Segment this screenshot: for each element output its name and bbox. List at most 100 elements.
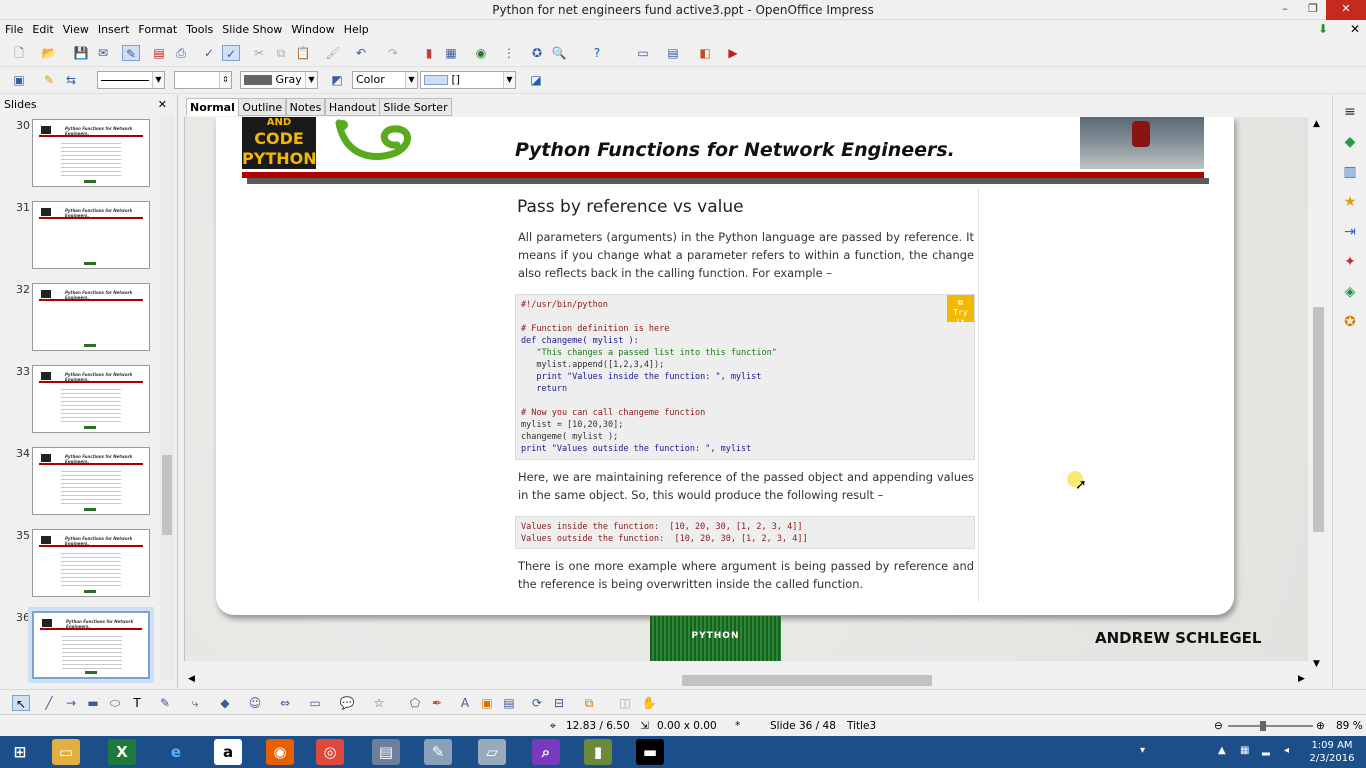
- email-icon[interactable]: ✉: [94, 45, 112, 61]
- zoom-in-icon[interactable]: ⊕: [1316, 720, 1325, 732]
- alignment-icon[interactable]: ⊟: [550, 695, 568, 711]
- area-fill-select[interactable]: [] ▼: [420, 71, 516, 89]
- table-icon[interactable]: ▦: [442, 45, 460, 61]
- from-file-icon[interactable]: ▣: [478, 695, 496, 711]
- horizontal-scrollbar[interactable]: ◀ ▶: [184, 672, 1310, 689]
- slide-thumbnail[interactable]: Python Functions for Network Engineers.: [32, 365, 150, 433]
- shadow-icon[interactable]: ◪: [527, 72, 545, 88]
- slide-thumbnail-selected[interactable]: Python Functions for Network Engineers.: [32, 611, 150, 679]
- save-icon[interactable]: 💾: [72, 45, 90, 61]
- file-explorer-icon[interactable]: ▭: [52, 739, 80, 765]
- arrow-tool-icon[interactable]: →: [62, 695, 80, 711]
- excel-icon[interactable]: X: [108, 739, 136, 765]
- firefox-icon[interactable]: ◉: [266, 739, 294, 765]
- flowchart-icon[interactable]: ▭: [306, 695, 324, 711]
- curve-tool-icon[interactable]: ✎: [156, 695, 174, 711]
- scroll-right-icon[interactable]: ▶: [1298, 674, 1305, 684]
- points-icon[interactable]: ⬠: [406, 695, 424, 711]
- menu-insert[interactable]: Insert: [93, 20, 134, 36]
- chrome-icon[interactable]: ◎: [316, 739, 344, 765]
- internet-explorer-icon[interactable]: e: [162, 739, 190, 765]
- rotate-icon[interactable]: ⟳: [528, 695, 546, 711]
- rectangle-tool-icon[interactable]: ▬: [84, 695, 102, 711]
- scroll-left-icon[interactable]: ◀: [188, 674, 195, 684]
- scroll-up-icon[interactable]: ▲: [1313, 119, 1320, 129]
- undo-icon[interactable]: ↶: [352, 45, 370, 61]
- show-draw-functions-icon[interactable]: ✪: [528, 45, 546, 61]
- openoffice-impress-icon[interactable]: ▤: [372, 739, 400, 765]
- open-icon[interactable]: 📂: [40, 45, 58, 61]
- tab-notes[interactable]: Notes: [285, 98, 326, 116]
- tray-volume-icon[interactable]: ◂: [1284, 745, 1289, 756]
- zoom-slider[interactable]: [1228, 721, 1313, 731]
- tab-normal[interactable]: Normal: [186, 98, 239, 116]
- slide-icon[interactable]: ▭: [634, 45, 652, 61]
- restore-button[interactable]: ❐: [1298, 0, 1328, 20]
- navigator-icon[interactable]: ◉: [472, 45, 490, 61]
- basic-shapes-icon[interactable]: ◆: [216, 695, 234, 711]
- autospellcheck-icon[interactable]: ✓: [222, 45, 240, 61]
- menu-view[interactable]: View: [58, 20, 93, 36]
- callouts-icon[interactable]: 💬: [338, 695, 356, 711]
- slide-thumbnail[interactable]: Python Functions for Network Engineers.: [32, 201, 150, 269]
- line-tool-icon[interactable]: ╱: [40, 695, 58, 711]
- scrollbar-thumb[interactable]: [682, 675, 932, 686]
- try-it-button[interactable]: ⧉ Try it: [947, 295, 974, 327]
- slides-pane-scrollbar[interactable]: [160, 115, 174, 680]
- taskbar-clock[interactable]: 1:09 AM 2/3/2016: [1306, 739, 1358, 765]
- zoom-icon[interactable]: 🔍: [550, 45, 568, 61]
- arrow-style-icon[interactable]: ⇆: [62, 72, 80, 88]
- menu-tools[interactable]: Tools: [181, 20, 217, 36]
- styles-icon[interactable]: ▣: [10, 72, 28, 88]
- tab-outline[interactable]: Outline: [238, 98, 287, 116]
- select-icon[interactable]: ↖: [12, 695, 30, 711]
- extrusion-icon[interactable]: ◫: [616, 695, 634, 711]
- gallery-icon[interactable]: ◈: [1341, 283, 1359, 301]
- vertical-scrollbar[interactable]: ▲ ▼: [1310, 117, 1327, 672]
- slideshow-icon[interactable]: ▶: [724, 45, 742, 61]
- menu-format[interactable]: Format: [133, 20, 181, 36]
- new-icon[interactable]: 🗋: [10, 45, 28, 61]
- line-icon[interactable]: ✎: [40, 72, 58, 88]
- tray-signal-icon[interactable]: ▂: [1262, 745, 1270, 756]
- custom-animation-icon[interactable]: ★: [1341, 193, 1359, 211]
- scrollbar-thumb[interactable]: [1313, 307, 1324, 532]
- menu-icon[interactable]: ≡: [1341, 103, 1359, 121]
- spellcheck-icon[interactable]: ✓: [200, 45, 218, 61]
- menu-slide-show[interactable]: Slide Show: [217, 20, 286, 36]
- arrange-icon[interactable]: ⧉: [580, 695, 598, 711]
- help-icon[interactable]: ?: [588, 45, 606, 61]
- command-prompt-icon[interactable]: ▬: [636, 739, 664, 765]
- update-icon[interactable]: ⬇: [1318, 22, 1328, 36]
- tray-up-icon[interactable]: ▲: [1218, 745, 1226, 756]
- fontwork-icon[interactable]: A: [456, 695, 474, 711]
- block-arrows-icon[interactable]: ⇔: [276, 695, 294, 711]
- line-width-field[interactable]: ⇕: [174, 71, 232, 89]
- tray-chevron-icon[interactable]: ▾: [1140, 745, 1145, 756]
- menu-edit[interactable]: Edit: [27, 20, 57, 36]
- grid-icon[interactable]: ⋮: [500, 45, 518, 61]
- minimize-button[interactable]: –: [1270, 0, 1300, 20]
- ellipse-tool-icon[interactable]: ⬭: [106, 695, 124, 711]
- styles-formatting-icon[interactable]: ✦: [1341, 253, 1359, 271]
- scrollbar-thumb[interactable]: [162, 455, 172, 535]
- cut-icon[interactable]: ✂: [250, 45, 268, 61]
- menu-help[interactable]: Help: [339, 20, 373, 36]
- chart-app-icon[interactable]: ▮: [584, 739, 612, 765]
- slide-transition-icon[interactable]: ⇥: [1341, 223, 1359, 241]
- line-color-select[interactable]: Gray 6 ▼: [240, 71, 318, 89]
- master-pages-icon[interactable]: ▥: [1341, 163, 1359, 181]
- slide-layout-icon[interactable]: ▤: [664, 45, 682, 61]
- paint-icon[interactable]: ✎: [424, 739, 452, 765]
- properties-icon[interactable]: ◆: [1341, 133, 1359, 151]
- zoom-level[interactable]: 89 %: [1336, 720, 1363, 732]
- close-document-icon[interactable]: ✕: [1350, 22, 1360, 36]
- windows-start-icon[interactable]: ⊞: [6, 739, 34, 765]
- line-style-select[interactable]: ▼: [97, 71, 165, 89]
- connector-tool-icon[interactable]: ⤷: [186, 695, 204, 711]
- stars-icon[interactable]: ☆: [370, 695, 388, 711]
- clone-formatting-icon[interactable]: 🖌: [324, 45, 342, 61]
- close-pane-icon[interactable]: ✕: [158, 98, 167, 111]
- export-pdf-icon[interactable]: ▤: [150, 45, 168, 61]
- menu-window[interactable]: Window: [286, 20, 338, 36]
